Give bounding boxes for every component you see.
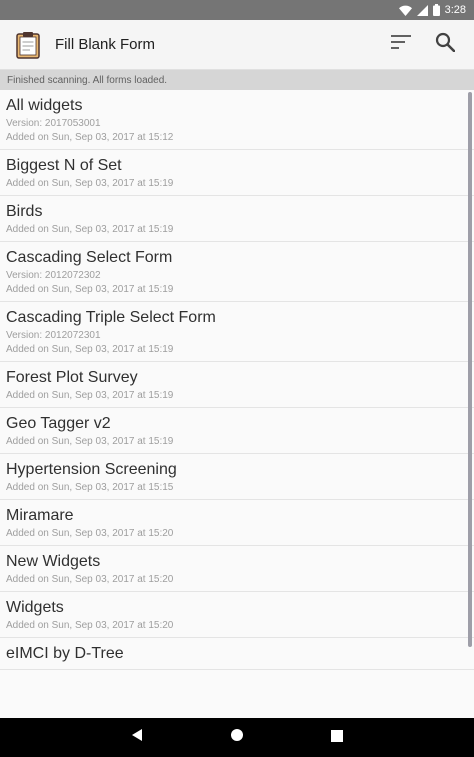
navigation-bar (0, 718, 474, 757)
form-version: Version: 2017053001 (6, 118, 101, 129)
form-list-item[interactable]: New Widgets Added on Sun, Sep 03, 2017 at… (0, 546, 474, 592)
recents-icon (331, 729, 343, 747)
search-button[interactable] (432, 32, 458, 58)
home-button[interactable] (187, 718, 287, 757)
form-added-date: Added on Sun, Sep 03, 2017 at 15:20 (6, 574, 174, 585)
sort-icon (391, 35, 411, 54)
form-added-date: Added on Sun, Sep 03, 2017 at 15:19 (6, 344, 174, 355)
form-list-item[interactable]: Widgets Added on Sun, Sep 03, 2017 at 15:… (0, 592, 474, 638)
status-bar: 3:28 (0, 0, 474, 20)
scan-status-message: Finished scanning. All forms loaded. (0, 70, 474, 90)
sort-button[interactable] (388, 32, 414, 58)
form-name: New Widgets (6, 553, 101, 570)
back-button[interactable] (87, 718, 187, 757)
form-list-item[interactable]: Forest Plot Survey Added on Sun, Sep 03, … (0, 362, 474, 408)
form-name: eIMCI by D-Tree (6, 645, 124, 662)
form-name: Cascading Select Form (6, 249, 173, 266)
form-added-date: Added on Sun, Sep 03, 2017 at 15:19 (6, 390, 174, 401)
form-list-item[interactable]: Miramare Added on Sun, Sep 03, 2017 at 15… (0, 500, 474, 546)
form-added-date: Added on Sun, Sep 03, 2017 at 15:19 (6, 436, 174, 447)
form-name: Birds (6, 203, 43, 220)
status-time: 3:28 (444, 4, 466, 16)
form-list-item[interactable]: Cascading Select Form Version: 2012072302… (0, 242, 474, 302)
form-name: All widgets (6, 97, 83, 114)
form-name: Miramare (6, 507, 74, 524)
app-title: Fill Blank Form (55, 36, 156, 53)
form-list-item[interactable]: Cascading Triple Select Form Version: 201… (0, 302, 474, 362)
form-added-date: Added on Sun, Sep 03, 2017 at 15:19 (6, 178, 174, 189)
form-name: Cascading Triple Select Form (6, 309, 216, 326)
form-version: Version: 2012072301 (6, 330, 101, 341)
home-icon (230, 728, 244, 747)
form-added-date: Added on Sun, Sep 03, 2017 at 15:19 (6, 284, 174, 295)
form-name: Geo Tagger v2 (6, 415, 111, 432)
clipboard-icon (14, 30, 42, 60)
form-list-item[interactable]: Geo Tagger v2 Added on Sun, Sep 03, 2017 … (0, 408, 474, 454)
form-added-date: Added on Sun, Sep 03, 2017 at 15:20 (6, 620, 174, 631)
form-list-item[interactable]: Hypertension Screening Added on Sun, Sep … (0, 454, 474, 500)
form-version: Version: 2012072302 (6, 270, 101, 281)
recents-button[interactable] (287, 718, 387, 757)
form-name: Widgets (6, 599, 64, 616)
form-added-date: Added on Sun, Sep 03, 2017 at 15:20 (6, 528, 174, 539)
form-name: Hypertension Screening (6, 461, 177, 478)
app-bar: Fill Blank Form (0, 20, 474, 70)
form-list-item[interactable]: Biggest N of Set Added on Sun, Sep 03, 20… (0, 150, 474, 196)
form-list-item[interactable]: All widgets Version: 2017053001 Added on S… (0, 90, 474, 150)
form-list: All widgets Version: 2017053001 Added on S… (0, 90, 474, 718)
search-icon (435, 32, 456, 57)
wifi-icon (398, 5, 412, 16)
form-list-item[interactable]: Birds Added on Sun, Sep 03, 2017 at 15:19 (0, 196, 474, 242)
scrollbar[interactable] (468, 92, 472, 647)
app-actions (388, 32, 474, 58)
battery-icon (432, 4, 440, 16)
form-name: Biggest N of Set (6, 157, 122, 174)
signal-icon (416, 4, 428, 16)
form-added-date: Added on Sun, Sep 03, 2017 at 15:15 (6, 482, 174, 493)
form-added-date: Added on Sun, Sep 03, 2017 at 15:12 (6, 132, 174, 143)
form-name: Forest Plot Survey (6, 369, 138, 386)
form-list-item[interactable]: eIMCI by D-Tree (0, 638, 474, 670)
back-icon (130, 728, 144, 747)
form-added-date: Added on Sun, Sep 03, 2017 at 15:19 (6, 224, 174, 235)
